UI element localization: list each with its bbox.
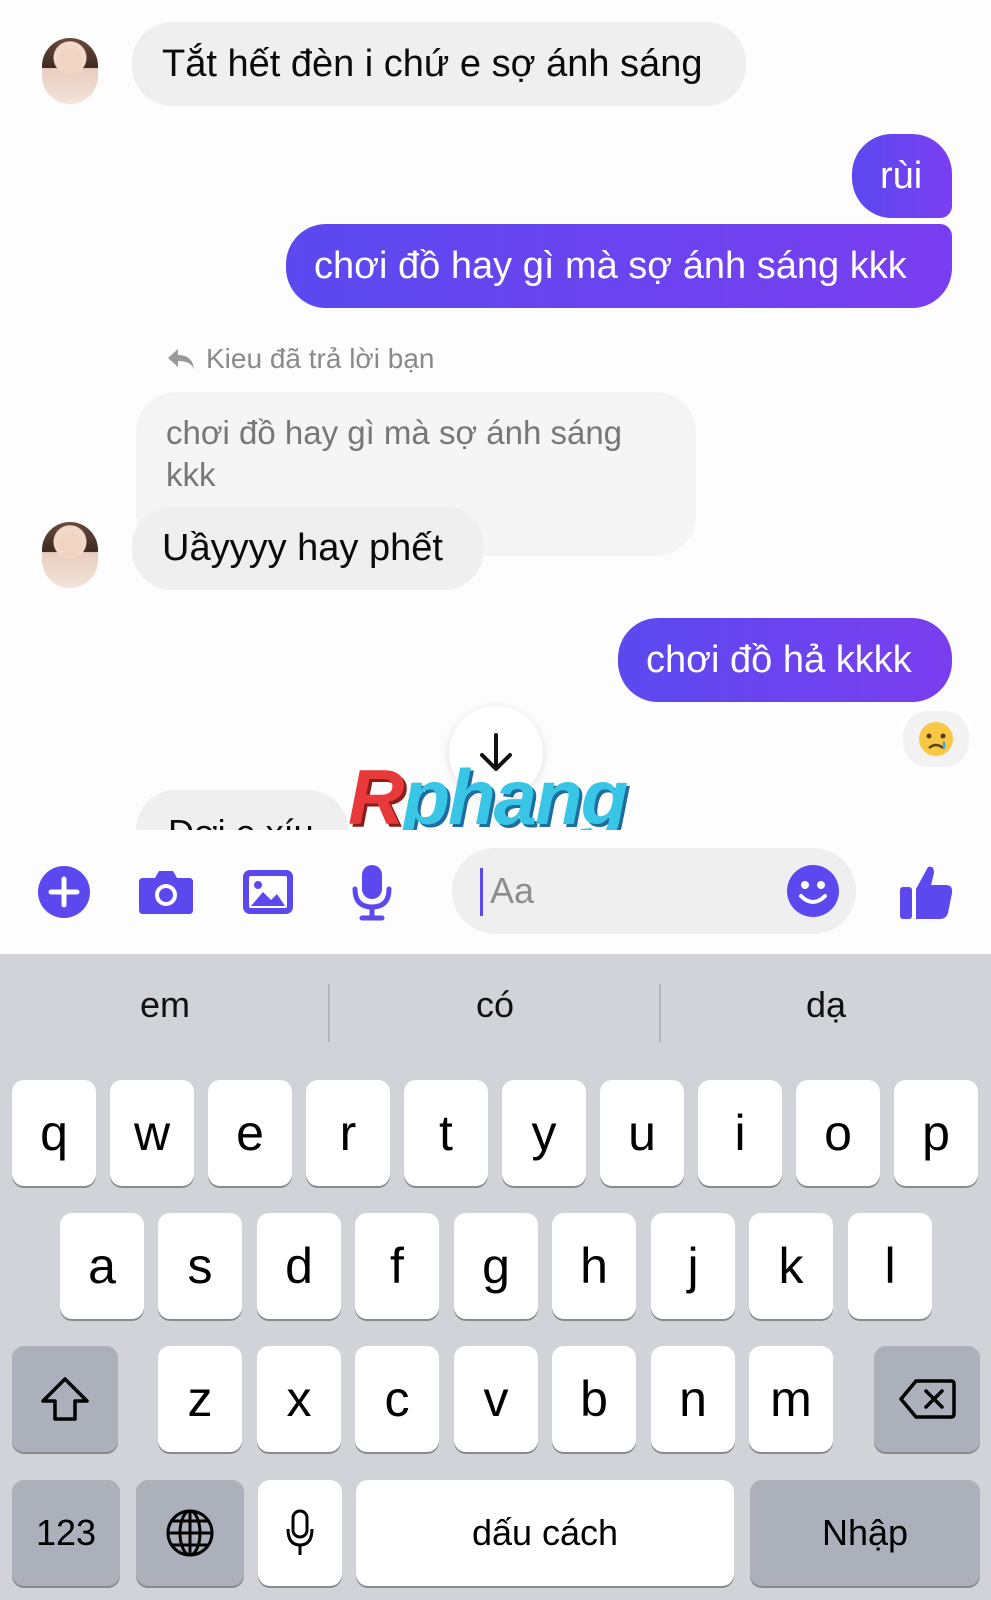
globe-key[interactable] xyxy=(136,1480,244,1586)
more-actions-button[interactable] xyxy=(34,862,94,922)
space-key[interactable]: dấu cách xyxy=(356,1480,734,1586)
key-r[interactable]: r xyxy=(306,1080,390,1186)
voice-message-button[interactable] xyxy=(342,862,402,922)
key-d[interactable]: d xyxy=(257,1213,341,1319)
message-outgoing[interactable]: chơi đồ hả kkkk xyxy=(618,618,952,702)
image-icon xyxy=(243,870,293,914)
key-o[interactable]: o xyxy=(796,1080,880,1186)
like-button[interactable] xyxy=(896,862,956,922)
key-y[interactable]: y xyxy=(502,1080,586,1186)
message-outgoing[interactable]: chơi đồ hay gì mà sợ ánh sáng kkk xyxy=(286,224,952,308)
reply-arrow-icon xyxy=(168,349,194,369)
composer-toolbar: Aa xyxy=(0,830,991,955)
return-key[interactable]: Nhập xyxy=(750,1480,980,1586)
reply-note-text: Kieu đã trả lời bạn xyxy=(206,343,435,374)
key-v[interactable]: v xyxy=(454,1346,538,1452)
key-t[interactable]: t xyxy=(404,1080,488,1186)
suggestion-2[interactable]: có xyxy=(330,984,660,1026)
dictation-key[interactable] xyxy=(258,1480,342,1586)
key-x[interactable]: x xyxy=(257,1346,341,1452)
thumbs-up-icon xyxy=(900,866,953,919)
key-p[interactable]: p xyxy=(894,1080,978,1186)
message-incoming[interactable]: Tắt hết đèn i chứ e sợ ánh sáng xyxy=(132,22,746,106)
message-input[interactable]: Aa xyxy=(452,848,856,934)
key-b[interactable]: b xyxy=(552,1346,636,1452)
suggestion-1[interactable]: em xyxy=(0,984,330,1026)
key-f[interactable]: f xyxy=(355,1213,439,1319)
plus-icon xyxy=(38,866,90,918)
dictation-mic-icon xyxy=(286,1509,314,1555)
contact-avatar[interactable] xyxy=(42,522,98,588)
camera-icon xyxy=(139,871,193,914)
reaction-badge[interactable] xyxy=(900,708,972,770)
crying-face-icon xyxy=(919,722,953,756)
numbers-key[interactable]: 123 xyxy=(12,1480,120,1586)
gallery-button[interactable] xyxy=(238,862,298,922)
key-g[interactable]: g xyxy=(454,1213,538,1319)
key-h[interactable]: h xyxy=(552,1213,636,1319)
key-c[interactable]: c xyxy=(355,1346,439,1452)
shift-key[interactable] xyxy=(12,1346,118,1452)
camera-button[interactable] xyxy=(136,862,196,922)
message-incoming[interactable]: Uầyyyy hay phết xyxy=(132,506,484,590)
keyboard: em có dạ q w e r t y u i o p a s d f g h… xyxy=(0,954,991,1600)
suggestion-3[interactable]: dạ xyxy=(661,984,991,1026)
shift-icon xyxy=(41,1377,89,1421)
backspace-key[interactable] xyxy=(874,1346,980,1452)
key-i[interactable]: i xyxy=(698,1080,782,1186)
key-k[interactable]: k xyxy=(749,1213,833,1319)
key-w[interactable]: w xyxy=(110,1080,194,1186)
message-input-placeholder: Aa xyxy=(490,870,535,911)
key-j[interactable]: j xyxy=(651,1213,735,1319)
microphone-icon xyxy=(352,865,392,921)
message-outgoing[interactable]: rùi xyxy=(852,134,952,218)
key-l[interactable]: l xyxy=(848,1213,932,1319)
smiley-icon xyxy=(787,865,839,917)
key-e[interactable]: e xyxy=(208,1080,292,1186)
backspace-icon xyxy=(899,1379,956,1419)
emoji-button[interactable] xyxy=(786,864,840,923)
key-q[interactable]: q xyxy=(12,1080,96,1186)
text-caret xyxy=(480,868,483,916)
key-n[interactable]: n xyxy=(651,1346,735,1452)
key-z[interactable]: z xyxy=(158,1346,242,1452)
key-u[interactable]: u xyxy=(600,1080,684,1186)
reply-indicator: Kieu đã trả lời bạn xyxy=(166,343,435,375)
key-s[interactable]: s xyxy=(158,1213,242,1319)
contact-avatar[interactable] xyxy=(42,38,98,104)
conversation-area[interactable]: Tắt hết đèn i chứ e sợ ánh sáng rùi chơi… xyxy=(0,0,991,850)
globe-icon xyxy=(166,1509,214,1557)
key-a[interactable]: a xyxy=(60,1213,144,1319)
key-m[interactable]: m xyxy=(749,1346,833,1452)
